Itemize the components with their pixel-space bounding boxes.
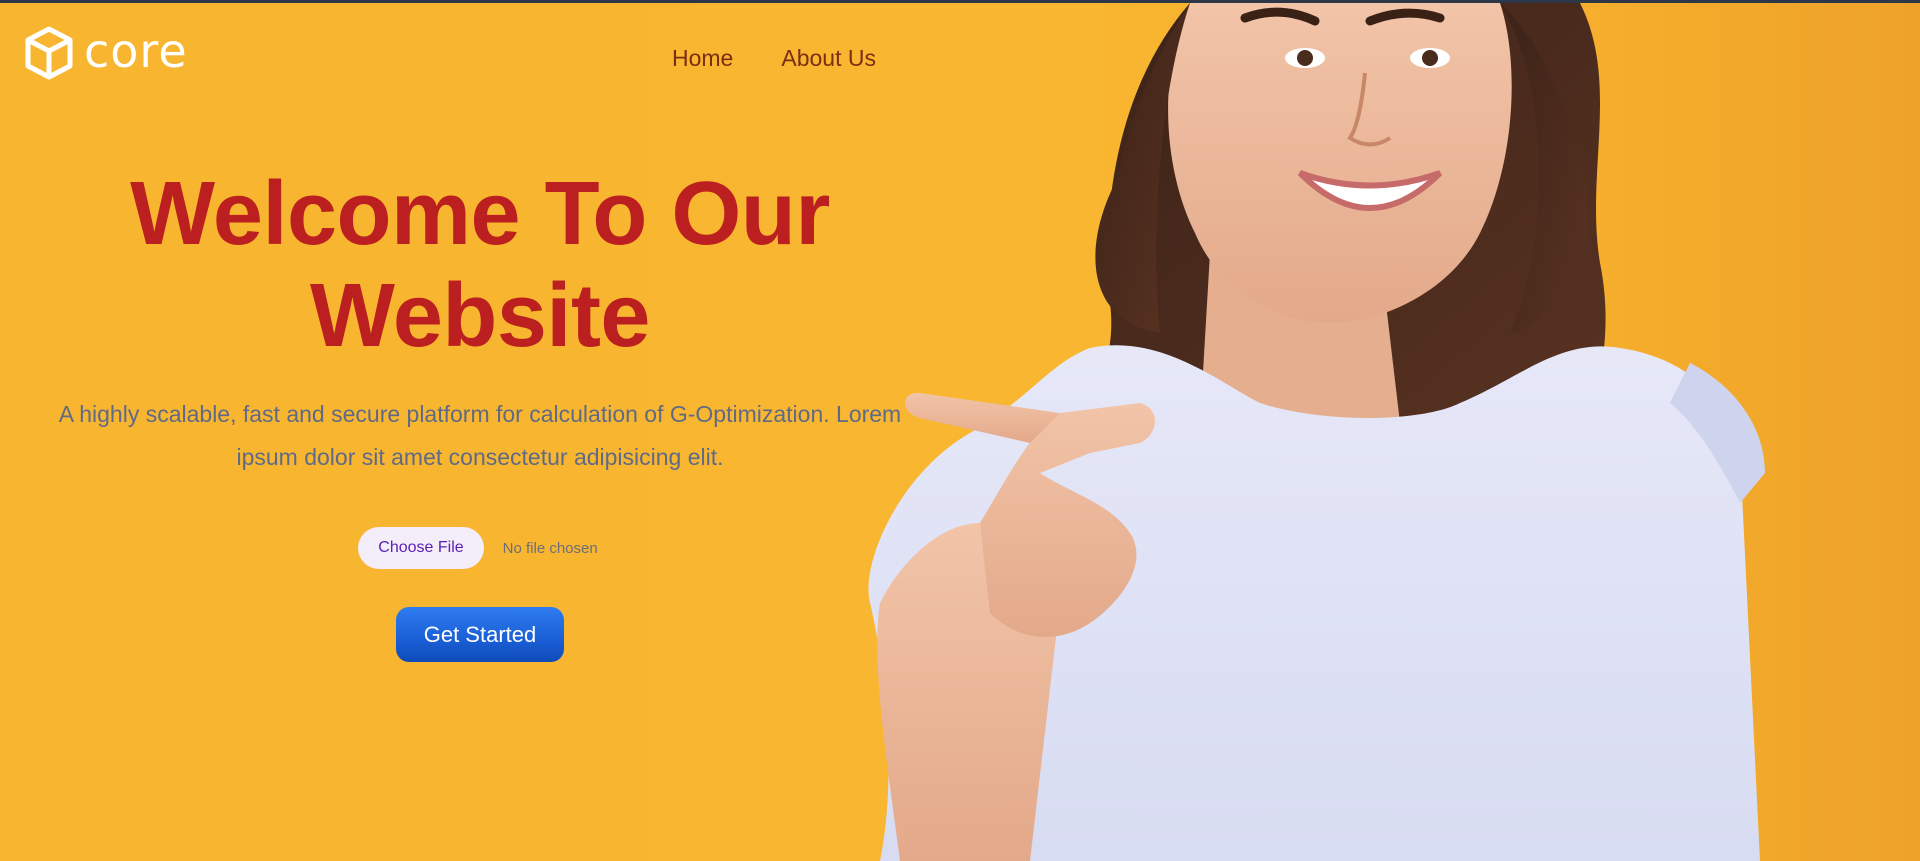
top-border — [0, 0, 1920, 3]
main-nav: Home About Us — [672, 45, 876, 72]
headline-line-1: Welcome To Our — [130, 164, 830, 264]
hero-person-image — [868, 3, 1765, 861]
hero-headline: Welcome To Our Website — [0, 163, 960, 367]
hero-subtitle: A highly scalable, fast and secure platf… — [30, 393, 930, 479]
choose-file-button[interactable]: Choose File — [358, 527, 484, 569]
file-status-text: No file chosen — [502, 539, 598, 557]
brand-logo[interactable]: core — [22, 25, 188, 81]
cube-icon — [25, 26, 73, 80]
file-input: Choose File No file chosen — [0, 527, 960, 569]
brand-name: core — [84, 24, 188, 78]
nav-home-link[interactable]: Home — [672, 45, 733, 72]
subtitle-line-2: ipsum dolor sit amet consectetur adipisi… — [236, 444, 724, 470]
hero-content: Welcome To Our Website A highly scalable… — [0, 163, 960, 662]
nav-about-us-link[interactable]: About Us — [781, 45, 876, 72]
headline-line-2: Website — [310, 266, 650, 366]
get-started-button[interactable]: Get Started — [396, 607, 564, 662]
subtitle-line-1: A highly scalable, fast and secure platf… — [58, 401, 902, 427]
hero-section: core Home About Us Welcome To Our Websit… — [0, 3, 1920, 861]
